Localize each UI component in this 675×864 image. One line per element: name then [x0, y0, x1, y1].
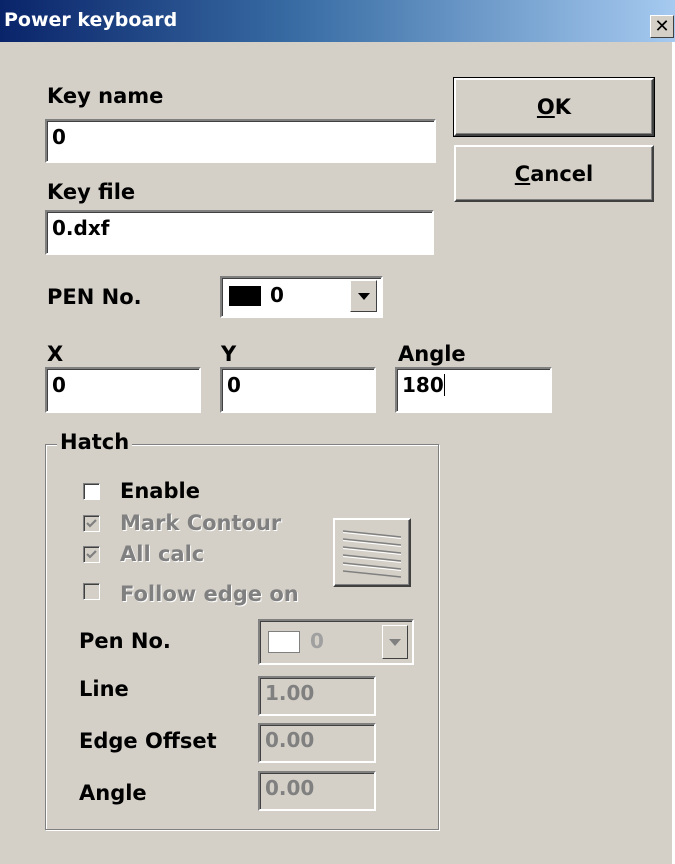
edge-offset-input[interactable]: 0.00 — [258, 723, 376, 763]
window-title: Power keyboard — [4, 9, 178, 31]
all-calc-checkbox[interactable] — [83, 546, 100, 563]
pen-dropdown-arrow[interactable] — [350, 280, 377, 312]
hatch-pen-no-value: 0 — [310, 629, 324, 653]
hatch-pen-no-select[interactable]: 0 — [258, 619, 414, 665]
edge-offset-label: Edge Offset — [79, 729, 217, 753]
key-name-label: Key name — [47, 84, 164, 108]
angle-input-value: 180 — [402, 373, 444, 397]
pen-no-value: 0 — [270, 283, 284, 307]
follow-edge-checkbox[interactable] — [83, 583, 100, 600]
cancel-mnemonic: C — [514, 161, 531, 186]
enable-label: Enable — [120, 479, 200, 503]
hatch-pattern-button[interactable] — [333, 518, 411, 587]
checkmark-icon — [86, 519, 97, 528]
follow-edge-label: Follow edge on — [120, 582, 299, 606]
hatch-legend: Hatch — [57, 430, 133, 454]
chevron-down-icon — [389, 638, 401, 646]
key-file-input[interactable]: 0.dxf — [45, 210, 434, 255]
angle-label: Angle — [398, 342, 466, 366]
cancel-label: ancel — [530, 161, 594, 186]
key-file-label: Key file — [47, 180, 136, 204]
angle-input[interactable]: 180 — [395, 367, 552, 413]
hatch-angle-input[interactable]: 0.00 — [258, 771, 376, 811]
pen-no-label: PEN No. — [47, 285, 142, 309]
pen-no-select[interactable]: 0 — [220, 276, 383, 318]
hatch-pen-no-label: Pen No. — [79, 629, 171, 653]
hatch-pen-color-swatch — [268, 631, 300, 653]
hatch-angle-label: Angle — [79, 781, 147, 805]
hatch-pattern-icon — [342, 529, 402, 578]
x-label: X — [47, 342, 64, 366]
mark-contour-checkbox[interactable] — [83, 515, 100, 532]
y-input[interactable]: 0 — [220, 367, 376, 413]
all-calc-label: All calc — [120, 542, 205, 566]
key-name-input[interactable]: 0 — [45, 119, 436, 163]
ok-button[interactable]: OK — [453, 77, 655, 137]
pen-color-swatch — [229, 286, 261, 306]
close-button[interactable]: ✕ — [650, 15, 674, 38]
y-label: Y — [221, 342, 237, 366]
enable-checkbox[interactable] — [83, 483, 100, 500]
ok-mnemonic: O — [536, 95, 555, 119]
cancel-button[interactable]: Cancel — [454, 145, 654, 202]
ok-label: K — [554, 95, 572, 119]
mark-contour-label: Mark Contour — [120, 511, 282, 535]
line-input[interactable]: 1.00 — [258, 676, 376, 716]
hatch-pen-dropdown-arrow[interactable] — [382, 625, 408, 659]
chevron-down-icon — [357, 292, 370, 300]
line-label: Line — [79, 677, 129, 701]
text-caret — [443, 374, 445, 396]
x-input[interactable]: 0 — [45, 367, 201, 413]
close-icon: ✕ — [654, 15, 670, 37]
checkmark-icon — [86, 550, 97, 559]
